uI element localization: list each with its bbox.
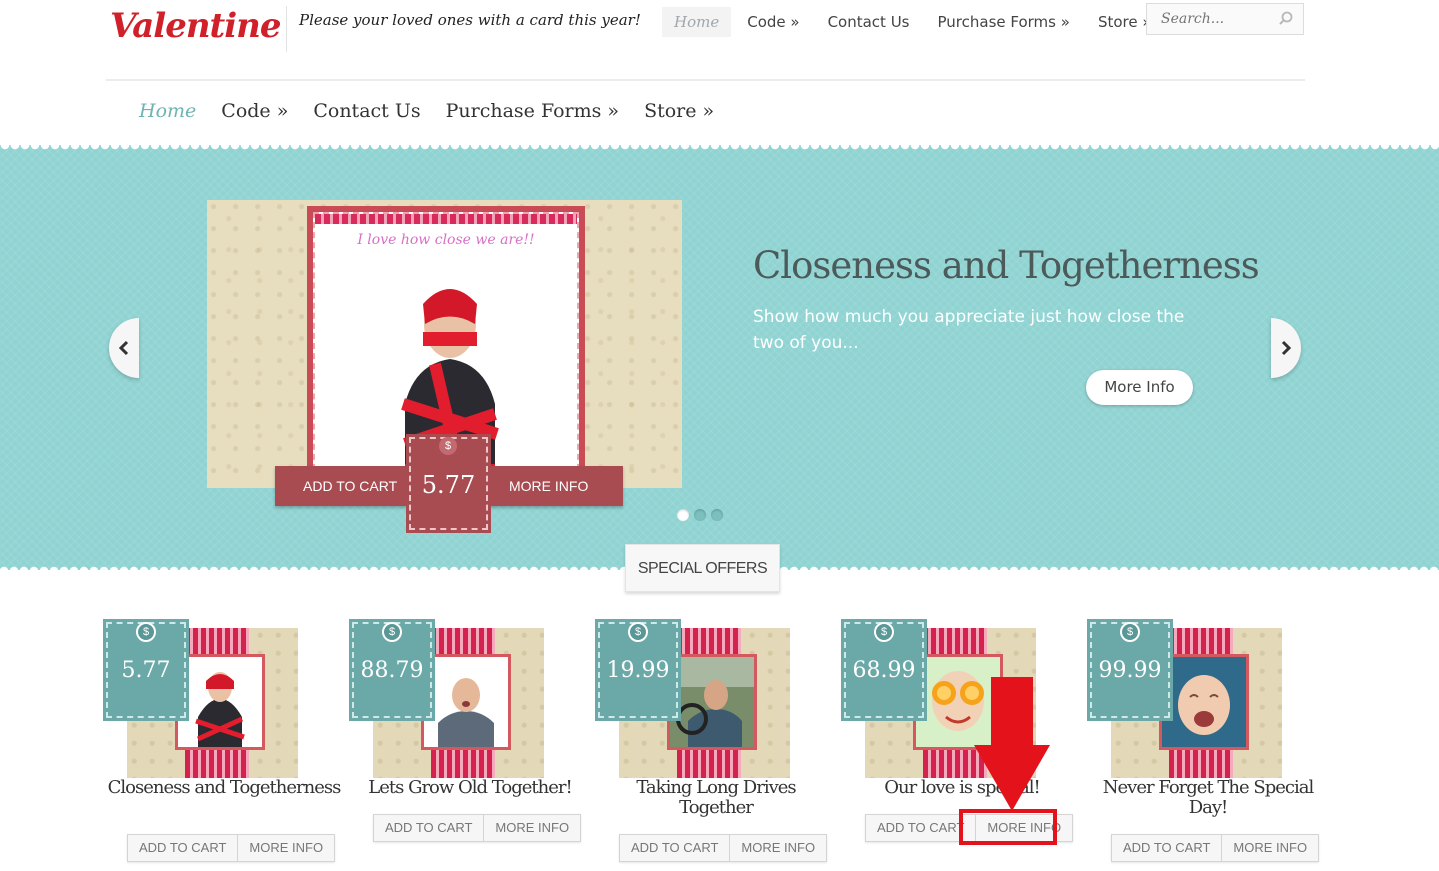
driver-thumbnail (670, 657, 754, 747)
tagline-divider (286, 6, 287, 52)
mainnav-store[interactable]: Store » (644, 100, 714, 122)
dollar-icon: $ (136, 622, 156, 642)
product-price: 5.77 (121, 658, 171, 683)
add-to-cart-button[interactable]: ADD TO CART (374, 815, 483, 841)
dollar-icon: $ (628, 622, 648, 642)
add-to-cart-button[interactable]: ADD TO CART (620, 835, 729, 861)
search-input[interactable] (1161, 11, 1271, 27)
top-navigation: Home Code » Contact Us Purchase Forms » … (662, 6, 1180, 38)
header-divider (106, 79, 1305, 81)
product-name[interactable]: Never Forget The Special Day! (1090, 778, 1326, 818)
mainnav-contact-us[interactable]: Contact Us (313, 100, 420, 122)
site-logo[interactable]: Valentine (110, 6, 282, 46)
mainnav-home[interactable]: Home (139, 100, 196, 122)
product-photo (421, 654, 511, 750)
search-box (1146, 3, 1304, 35)
main-navigation: Home Code » Contact Us Purchase Forms » … (139, 100, 739, 122)
slide-more-info-pill-button[interactable]: More Info (1086, 370, 1193, 405)
price-tag: $ 5.77 (103, 619, 189, 721)
slider-pagination (677, 509, 723, 521)
product-card: $ 88.79 Lets Grow Old Together! ADD TO C… (349, 619, 582, 867)
mainnav-code[interactable]: Code » (221, 100, 288, 122)
product-photo (1159, 654, 1249, 750)
product-card: $ 99.99 Never Forget The Special Day! AD… (1087, 619, 1320, 867)
topnav-home[interactable]: Home (662, 7, 732, 37)
slider-dot-1[interactable] (677, 509, 689, 521)
dollar-icon: $ (439, 437, 457, 455)
product-actions: ADD TO CART MORE INFO (619, 834, 828, 862)
slide-more-info-button[interactable]: MORE INFO (509, 478, 588, 494)
more-info-button[interactable]: MORE INFO (729, 835, 826, 861)
product-name[interactable]: Lets Grow Old Together! (352, 778, 588, 798)
slider-dot-3[interactable] (711, 509, 723, 521)
product-price: 99.99 (1098, 658, 1162, 683)
price-tag: $ 99.99 (1087, 619, 1173, 721)
product-actions: ADD TO CART MORE INFO (127, 834, 336, 862)
slide-price: 5.77 (421, 471, 476, 499)
annotation-highlight-box (959, 809, 1057, 845)
man-thumbnail (424, 657, 508, 747)
add-to-cart-button[interactable]: ADD TO CART (128, 835, 237, 861)
slider-dot-2[interactable] (694, 509, 706, 521)
product-price: 19.99 (606, 658, 670, 683)
annotation-arrow-icon (974, 677, 1050, 811)
product-photo (667, 654, 757, 750)
product-name[interactable]: Taking Long Drives Together (598, 778, 834, 818)
more-info-button[interactable]: MORE INFO (1221, 835, 1318, 861)
product-name[interactable]: Closeness and Togetherness (106, 778, 342, 798)
dollar-icon: $ (382, 622, 402, 642)
product-actions: ADD TO CART MORE INFO (1111, 834, 1320, 862)
special-offers-label: SPECIAL OFFERS (625, 544, 780, 592)
more-info-button[interactable]: MORE INFO (237, 835, 334, 861)
slide-title: Closeness and Togetherness (753, 244, 1260, 287)
more-info-button[interactable]: MORE INFO (483, 815, 580, 841)
product-card: $ 5.77 Closeness and Togetherness ADD TO… (103, 619, 341, 867)
price-tag: $ 88.79 (349, 619, 435, 721)
card-caption: I love how close we are!! (357, 232, 535, 248)
dollar-icon: $ (1120, 622, 1140, 642)
search-icon[interactable] (1279, 11, 1293, 25)
crying-baby-thumbnail (1162, 657, 1246, 747)
product-card: $ 19.99 Taking Long Drives Together ADD … (595, 619, 828, 867)
topnav-purchase-forms[interactable]: Purchase Forms » (938, 13, 1070, 31)
tagline: Please your loved ones with a card this … (299, 11, 641, 29)
slide-description: Show how much you appreciate just how cl… (753, 307, 1185, 353)
topnav-contact-us[interactable]: Contact Us (828, 13, 910, 31)
chevron-right-icon (1281, 340, 1292, 356)
person-ribbon-thumbnail (178, 657, 262, 747)
price-tag: $ 19.99 (595, 619, 681, 721)
card-ribbon (315, 214, 577, 224)
mainnav-purchase-forms[interactable]: Purchase Forms » (446, 100, 619, 122)
dollar-icon: $ (874, 622, 894, 642)
price-tag: $ 68.99 (841, 619, 927, 721)
product-price: 68.99 (852, 658, 916, 683)
slide-add-to-cart-button[interactable]: ADD TO CART (303, 478, 397, 494)
product-photo (175, 654, 265, 750)
add-to-cart-button[interactable]: ADD TO CART (1112, 835, 1221, 861)
product-actions: ADD TO CART MORE INFO (373, 814, 582, 842)
slide-price-tag: $ 5.77 (406, 434, 491, 533)
product-price: 88.79 (360, 658, 424, 683)
topnav-store[interactable]: Store » (1098, 13, 1152, 31)
chevron-left-icon (118, 340, 129, 356)
topnav-code[interactable]: Code » (747, 13, 799, 31)
